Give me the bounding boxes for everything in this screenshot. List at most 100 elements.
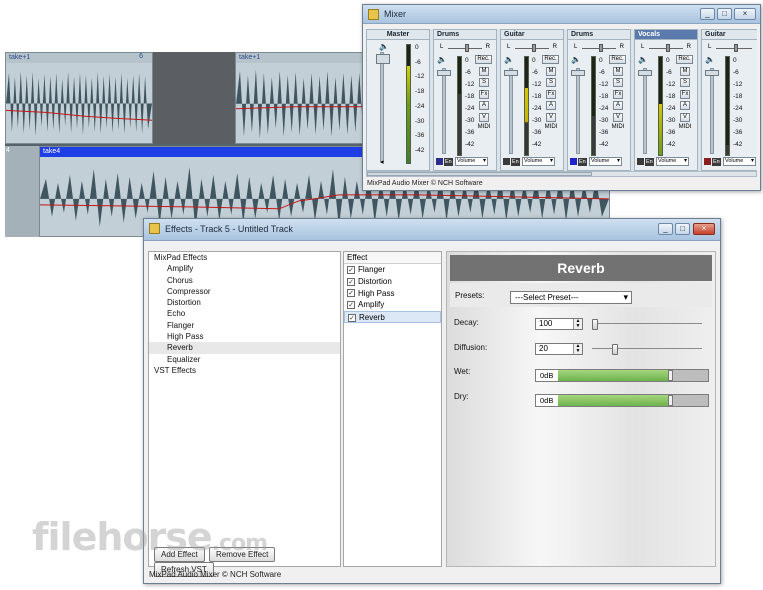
- enable-toggle[interactable]: En: [645, 157, 654, 166]
- fader-track[interactable]: [710, 68, 714, 154]
- record-button[interactable]: Rec.: [676, 55, 693, 64]
- pan-slider[interactable]: L: [708, 44, 757, 52]
- maximize-button[interactable]: □: [717, 8, 732, 20]
- fx-button[interactable]: Fx: [680, 89, 690, 99]
- tree-item[interactable]: High Pass: [149, 331, 340, 342]
- tree-item[interactable]: Equalizer: [149, 354, 340, 365]
- diffusion-input[interactable]: 20 ▲ ▼: [535, 343, 583, 355]
- fx-button[interactable]: Fx: [546, 89, 556, 99]
- fader-knob[interactable]: [571, 70, 585, 76]
- speaker-icon[interactable]: 🔈: [638, 55, 648, 65]
- mute-button[interactable]: M: [613, 66, 623, 76]
- v-button[interactable]: V: [546, 112, 556, 122]
- solo-button[interactable]: S: [613, 78, 623, 87]
- mute-button[interactable]: M: [479, 66, 489, 76]
- tree-item[interactable]: Distortion: [149, 297, 340, 308]
- color-swatch[interactable]: [570, 158, 577, 166]
- tree-item-mixpad-effects[interactable]: MixPad Effects: [149, 252, 340, 263]
- diffusion-slider[interactable]: [592, 344, 702, 355]
- effect-item-selected[interactable]: ✓ Reverb: [344, 311, 441, 323]
- solo-button[interactable]: S: [680, 78, 690, 87]
- fader-track[interactable]: [380, 52, 384, 162]
- color-swatch[interactable]: [704, 158, 711, 166]
- fx-button[interactable]: Fx: [613, 89, 623, 99]
- a-button[interactable]: A: [680, 101, 690, 110]
- scrollbar-thumb[interactable]: [367, 172, 592, 176]
- enable-toggle[interactable]: En: [511, 157, 520, 166]
- a-button[interactable]: A: [546, 101, 556, 110]
- effect-item[interactable]: ✓ Flanger: [344, 264, 441, 276]
- fader-track[interactable]: [509, 68, 513, 154]
- enable-toggle[interactable]: En: [712, 157, 721, 166]
- effect-item[interactable]: ✓ High Pass: [344, 288, 441, 300]
- mute-button[interactable]: M: [680, 66, 690, 76]
- decay-input[interactable]: 100 ▲ ▼: [535, 318, 583, 330]
- wet-level-bar[interactable]: 0dB: [535, 369, 709, 382]
- record-button[interactable]: Rec.: [609, 55, 626, 64]
- mixer-window[interactable]: Mixer _ □ × Master 🔈 0 -6 -12 -18 -24 -30 -36…: [362, 4, 761, 191]
- v-button[interactable]: V: [613, 112, 623, 122]
- effects-titlebar[interactable]: Effects - Track 5 - Untitled Track _ □ ×: [144, 219, 720, 241]
- tree-item[interactable]: Compressor: [149, 286, 340, 297]
- fader-knob[interactable]: [705, 70, 719, 76]
- tree-item[interactable]: Amplify: [149, 263, 340, 274]
- a-button[interactable]: A: [613, 101, 623, 110]
- checkbox[interactable]: ✓: [347, 265, 355, 274]
- fader-knob[interactable]: [504, 70, 518, 76]
- volume-select[interactable]: Volume: [521, 157, 555, 167]
- tree-item[interactable]: Echo: [149, 308, 340, 319]
- pan-slider[interactable]: LR: [440, 44, 490, 52]
- record-button[interactable]: Rec.: [475, 55, 492, 64]
- dry-level-bar[interactable]: 0dB: [535, 394, 709, 407]
- checkbox[interactable]: ✓: [348, 314, 356, 323]
- pan-slider[interactable]: LR: [507, 44, 557, 52]
- fader-track[interactable]: [643, 68, 647, 154]
- speaker-icon[interactable]: 🔈: [437, 55, 447, 65]
- maximize-button[interactable]: □: [675, 223, 690, 235]
- speaker-icon[interactable]: 🔈: [379, 42, 389, 52]
- volume-select[interactable]: Volume: [722, 157, 756, 167]
- decay-slider[interactable]: [592, 319, 702, 330]
- fader-track[interactable]: [442, 68, 446, 154]
- fx-button[interactable]: Fx: [479, 89, 489, 99]
- mute-button[interactable]: M: [546, 66, 556, 76]
- color-swatch[interactable]: [637, 158, 644, 166]
- volume-select[interactable]: Volume: [655, 157, 689, 167]
- enable-toggle[interactable]: En: [578, 157, 587, 166]
- checkbox[interactable]: ✓: [347, 277, 355, 286]
- v-button[interactable]: V: [479, 112, 489, 122]
- speaker-icon[interactable]: 🔈: [571, 55, 581, 65]
- solo-button[interactable]: S: [546, 78, 556, 87]
- fader-knob[interactable]: [376, 54, 390, 64]
- minimize-button[interactable]: _: [700, 8, 715, 20]
- fader-track[interactable]: [576, 68, 580, 154]
- checkbox[interactable]: ✓: [347, 301, 355, 310]
- record-button[interactable]: Rec.: [542, 55, 559, 64]
- enable-toggle[interactable]: En: [444, 157, 453, 166]
- a-button[interactable]: A: [479, 101, 489, 110]
- volume-select[interactable]: Volume: [588, 157, 622, 167]
- tree-item-selected[interactable]: Reverb: [149, 342, 340, 354]
- speaker-icon[interactable]: 🔈: [504, 55, 514, 65]
- volume-select[interactable]: Volume: [454, 157, 488, 167]
- color-swatch[interactable]: [503, 158, 510, 166]
- wet-handle[interactable]: [668, 370, 674, 381]
- minimize-button[interactable]: _: [658, 223, 673, 235]
- pan-slider[interactable]: LR: [641, 44, 691, 52]
- fader-knob[interactable]: [638, 70, 652, 76]
- pan-slider[interactable]: LR: [574, 44, 624, 52]
- effect-item[interactable]: ✓ Amplify: [344, 299, 441, 311]
- speaker-icon[interactable]: 🔈: [705, 55, 715, 65]
- close-button[interactable]: ×: [693, 223, 715, 235]
- close-button[interactable]: ×: [734, 8, 756, 20]
- fader-knob[interactable]: [437, 70, 451, 76]
- solo-button[interactable]: S: [479, 78, 489, 87]
- tree-item[interactable]: Flanger: [149, 320, 340, 331]
- tree-item-vst-effects[interactable]: VST Effects: [149, 365, 340, 376]
- color-swatch[interactable]: [436, 158, 443, 166]
- effect-item[interactable]: ✓ Distortion: [344, 276, 441, 288]
- preset-select[interactable]: ---Select Preset---: [510, 291, 632, 304]
- audio-clip[interactable]: take+1: [5, 52, 153, 144]
- horizontal-scrollbar[interactable]: [366, 171, 757, 177]
- mixer-titlebar[interactable]: Mixer _ □ ×: [363, 5, 760, 24]
